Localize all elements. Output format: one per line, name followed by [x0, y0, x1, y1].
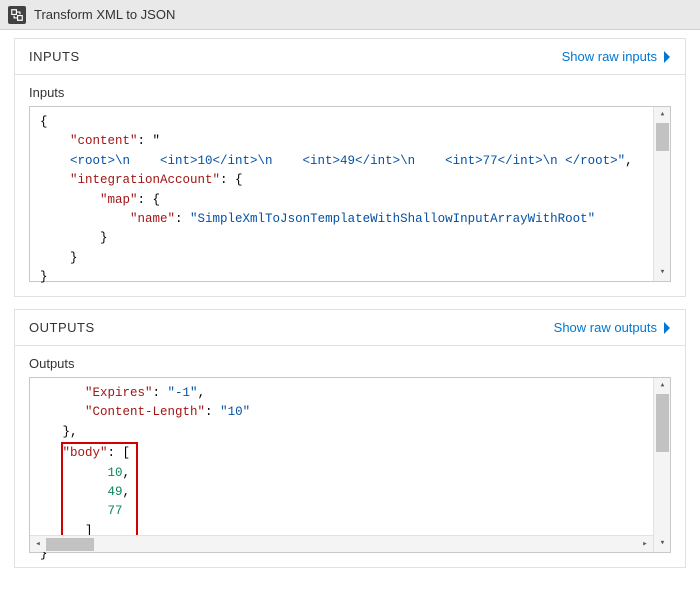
outputs-hscrollbar[interactable]: ◂ ▸ [30, 535, 653, 552]
scroll-down-icon[interactable]: ▾ [654, 265, 671, 281]
show-raw-outputs-label: Show raw outputs [554, 320, 657, 335]
inputs-title: INPUTS [29, 49, 80, 64]
show-raw-inputs-label: Show raw inputs [562, 49, 657, 64]
outputs-hscroll-thumb[interactable] [46, 538, 94, 551]
chevron-right-icon [663, 322, 671, 334]
inputs-section: INPUTS Show raw inputs Inputs { "content… [14, 38, 686, 297]
scroll-up-icon[interactable]: ▴ [654, 107, 671, 123]
show-raw-inputs-link[interactable]: Show raw inputs [562, 49, 671, 64]
scroll-down-icon[interactable]: ▾ [654, 536, 671, 552]
scroll-left-icon[interactable]: ◂ [30, 536, 46, 553]
inputs-code: { "content": " <root>\n <int>10</int>\n … [30, 107, 670, 293]
outputs-body: Outputs "Expires": "-1", "Content-Length… [15, 346, 685, 567]
panel-container: INPUTS Show raw inputs Inputs { "content… [0, 30, 700, 582]
outputs-header: OUTPUTS Show raw outputs [15, 310, 685, 346]
outputs-section: OUTPUTS Show raw outputs Outputs "Expire… [14, 309, 686, 568]
titlebar: Transform XML to JSON [0, 0, 700, 30]
inputs-header: INPUTS Show raw inputs [15, 39, 685, 75]
inputs-vscroll-thumb[interactable] [656, 123, 669, 151]
body-highlight: "body": [ 10, 49, 77 ] [61, 442, 139, 545]
inputs-body: Inputs { "content": " <root>\n <int>10</… [15, 75, 685, 296]
outputs-vscroll-thumb[interactable] [656, 394, 669, 452]
show-raw-outputs-link[interactable]: Show raw outputs [554, 320, 671, 335]
inputs-vscrollbar[interactable]: ▴ ▾ [653, 107, 670, 281]
titlebar-title: Transform XML to JSON [34, 7, 175, 22]
inputs-sublabel: Inputs [29, 85, 671, 100]
chevron-right-icon [663, 51, 671, 63]
outputs-sublabel: Outputs [29, 356, 671, 371]
transform-icon [8, 6, 26, 24]
outputs-vscrollbar[interactable]: ▴ ▾ [653, 378, 670, 552]
outputs-codebox[interactable]: "Expires": "-1", "Content-Length": "10" … [29, 377, 671, 553]
scroll-up-icon[interactable]: ▴ [654, 378, 671, 394]
scroll-right-icon[interactable]: ▸ [637, 536, 653, 553]
inputs-codebox[interactable]: { "content": " <root>\n <int>10</int>\n … [29, 106, 671, 282]
outputs-title: OUTPUTS [29, 320, 95, 335]
